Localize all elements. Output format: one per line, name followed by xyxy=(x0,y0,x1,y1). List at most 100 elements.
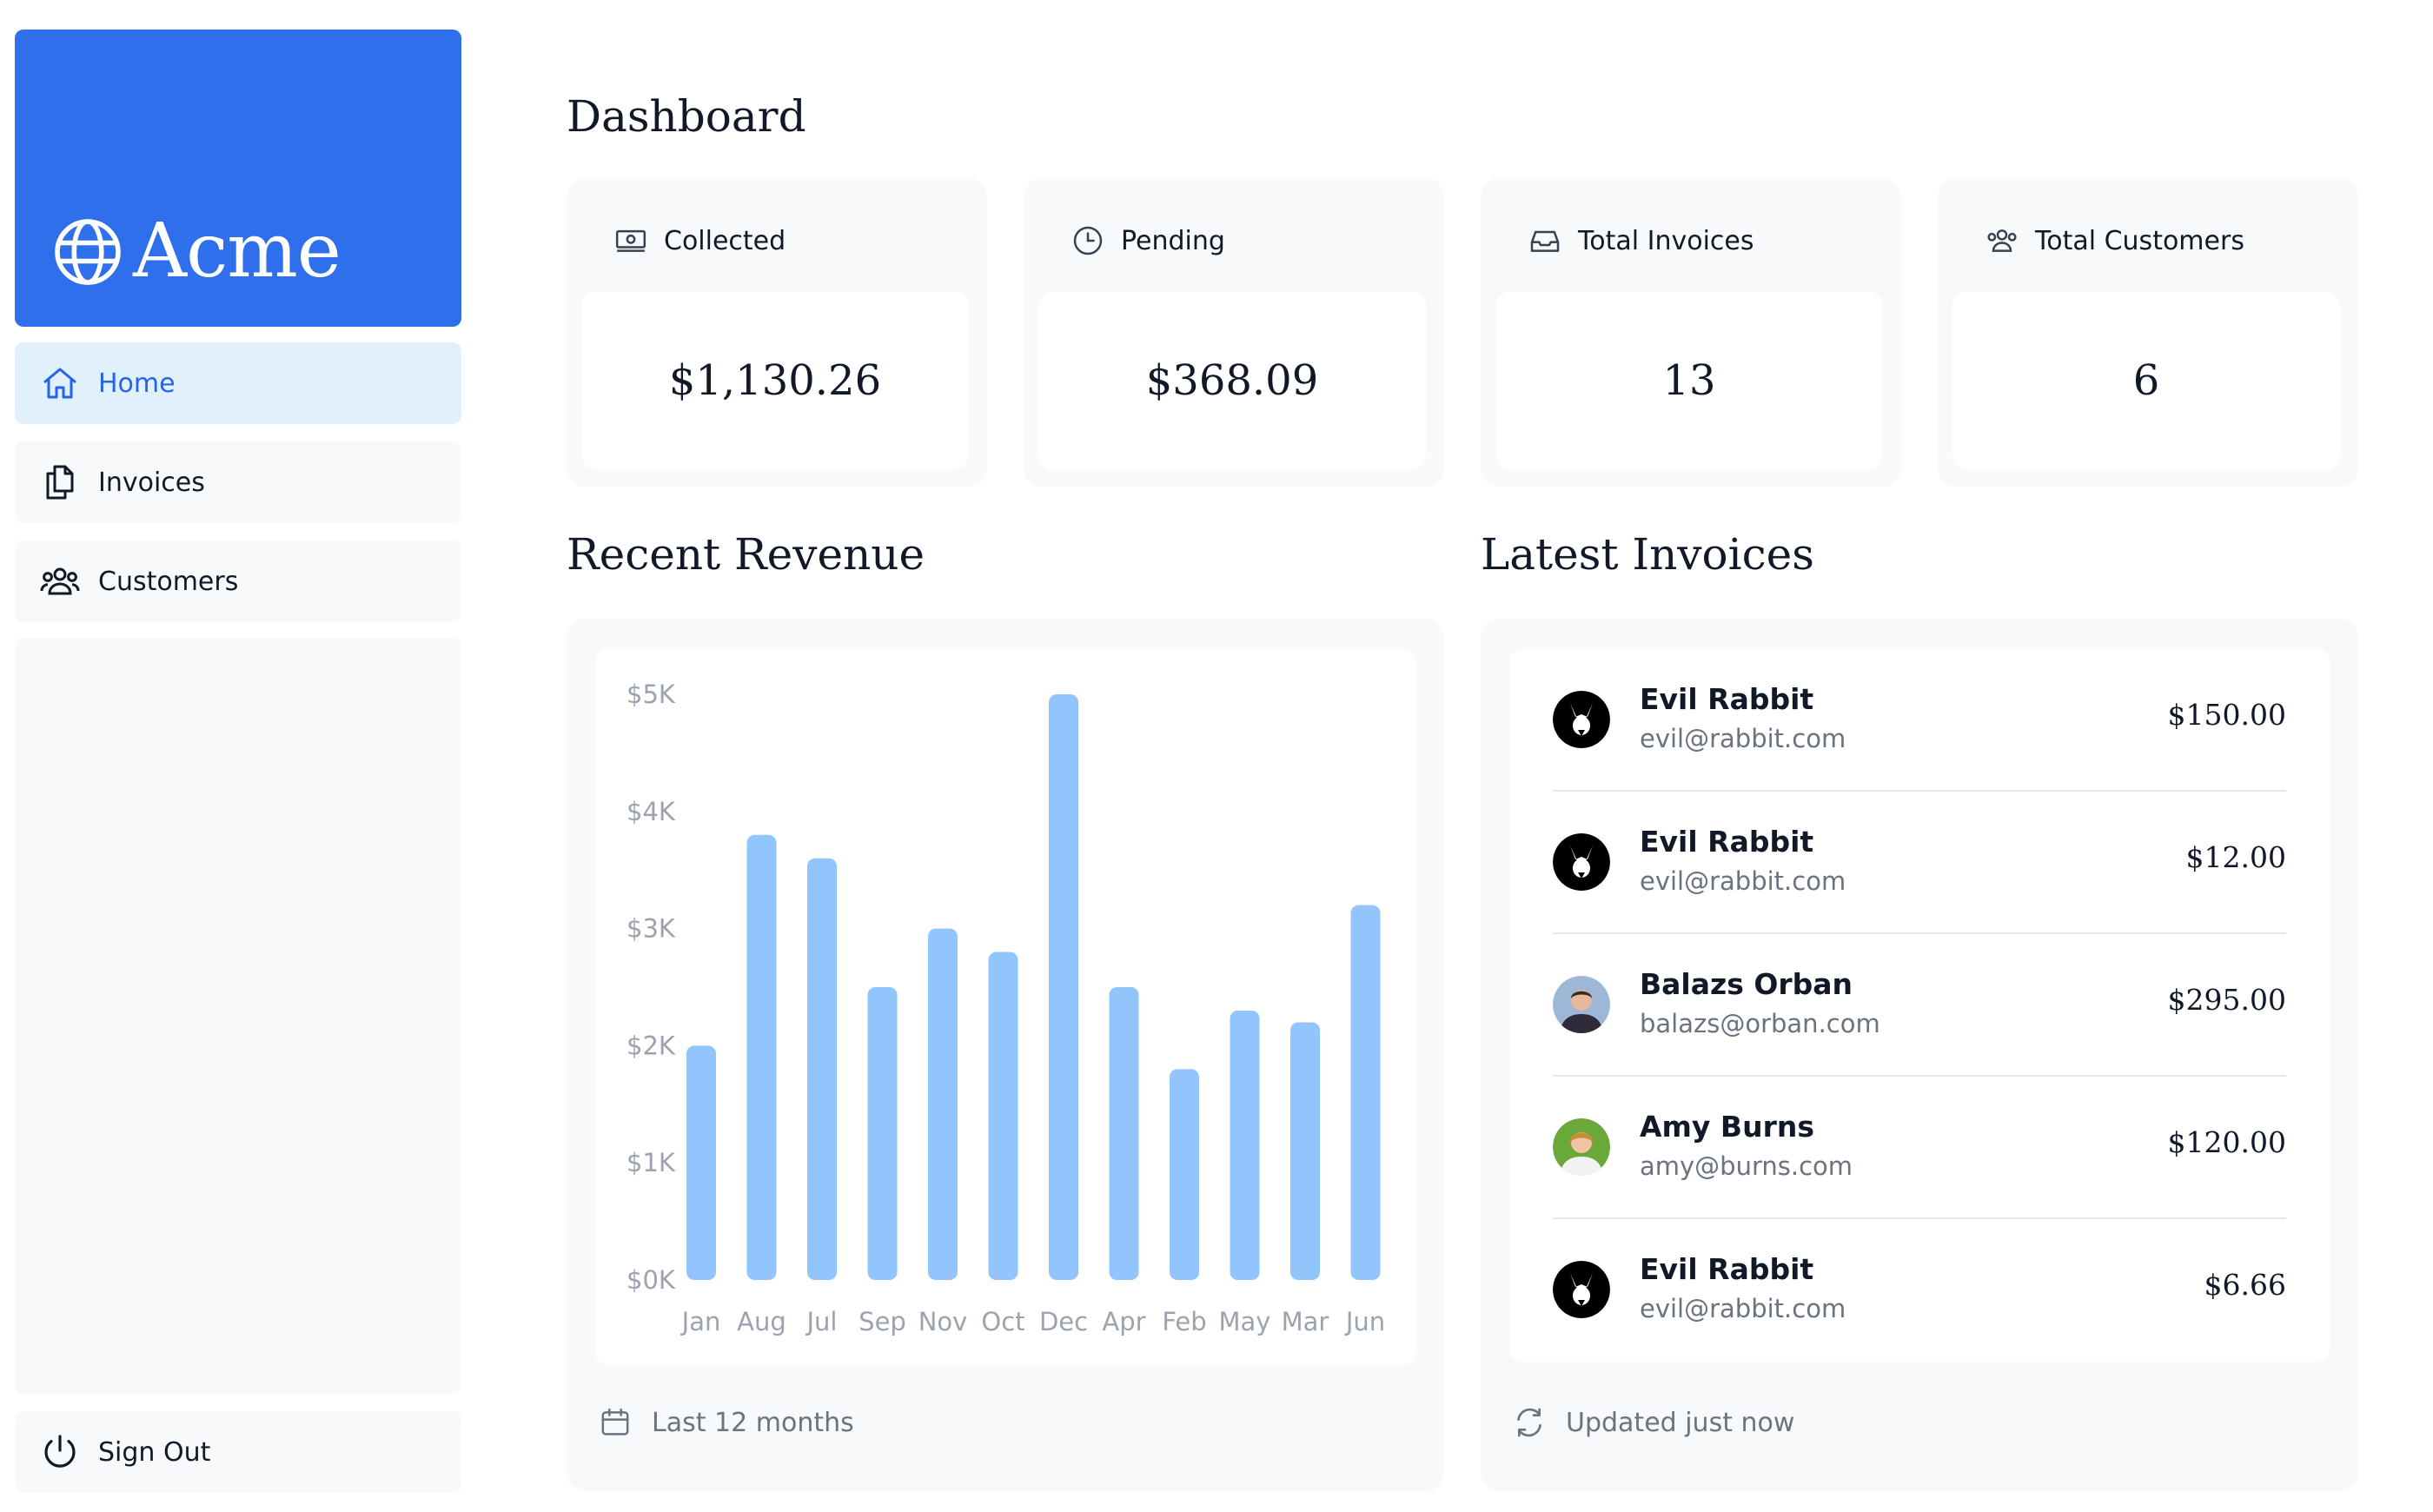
power-icon xyxy=(44,1435,76,1468)
x-tick-label: Jan xyxy=(680,1307,721,1336)
home-icon xyxy=(43,368,76,399)
sidebar-item-invoices[interactable]: Invoices xyxy=(15,441,461,523)
revenue-panel: $0K $1K $2K $3K $4K $5K Jan Aug Jul Sep Nov Oct Dec A… xyxy=(567,619,1444,1491)
invoice-list: Evil Rabbit evil@rabbit.com $150.00 Evil… xyxy=(1509,649,2330,1362)
x-tick-label: Oct xyxy=(981,1307,1024,1336)
y-tick-label: $3K xyxy=(626,914,676,944)
y-tick-label: $5K xyxy=(626,680,676,709)
revenue-bar-jan[interactable] xyxy=(686,1045,716,1280)
inbox-icon xyxy=(1530,230,1560,252)
revenue-bar-aug[interactable] xyxy=(746,834,777,1280)
revenue-bar-apr[interactable] xyxy=(1109,987,1139,1280)
invoice-customer-email: amy@burns.com xyxy=(1640,1151,1853,1181)
y-tick-label: $0K xyxy=(626,1265,676,1295)
invoice-customer-email: evil@rabbit.com xyxy=(1640,866,1846,896)
stat-card-total-customers: Total Customers 6 xyxy=(1938,178,2358,487)
revenue-chart: $0K $1K $2K $3K $4K $5K Jan Aug Jul Sep Nov Oct Dec A… xyxy=(626,680,1385,1336)
revenue-bar-feb[interactable] xyxy=(1170,1069,1199,1280)
banknotes-icon xyxy=(615,229,646,252)
sidebar: Acme Home Invoices Customers Sign Out xyxy=(15,30,461,1498)
invoice-amount: $295.00 xyxy=(2167,983,2286,1017)
app-logo[interactable]: Acme xyxy=(15,30,461,327)
invoice-customer-name: Evil Rabbit xyxy=(1640,1252,1814,1286)
revenue-bar-may[interactable] xyxy=(1230,1010,1260,1280)
x-tick-label: Sep xyxy=(859,1307,906,1336)
card-title: Pending xyxy=(1121,225,1225,256)
x-tick-label: May xyxy=(1219,1307,1271,1336)
card-value: 6 xyxy=(2132,356,2160,405)
invoice-row[interactable]: Amy Burns amy@burns.com $120.00 xyxy=(1553,1077,2286,1219)
rabbit-avatar-icon xyxy=(1553,833,1610,891)
revenue-bar-jun[interactable] xyxy=(1350,905,1381,1280)
avatar-evil-rabbit xyxy=(1553,1261,1610,1318)
users-icon xyxy=(40,567,80,595)
x-tick-label: Nov xyxy=(918,1307,968,1336)
invoice-customer-email: evil@rabbit.com xyxy=(1640,724,1846,753)
app-name: Acme xyxy=(133,208,341,295)
invoice-row[interactable]: Evil Rabbit evil@rabbit.com $12.00 xyxy=(1553,792,2286,934)
x-tick-label: Apr xyxy=(1102,1307,1145,1336)
invoice-customer-name: Evil Rabbit xyxy=(1640,682,1814,716)
updated-status: Updated just now xyxy=(1566,1407,1795,1438)
invoice-customer-email: evil@rabbit.com xyxy=(1640,1294,1846,1323)
invoice-customer-name: Balazs Orban xyxy=(1640,967,1853,1001)
card-title: Total Invoices xyxy=(1578,225,1754,256)
users-icon xyxy=(1987,229,2017,252)
y-tick-label: $1K xyxy=(626,1148,676,1177)
avatar-balazs-orban xyxy=(1553,976,1610,1033)
invoice-customer-name: Evil Rabbit xyxy=(1640,825,1814,859)
latest-invoices-panel: Evil Rabbit evil@rabbit.com $150.00 Evil… xyxy=(1481,619,2358,1491)
recent-revenue-title: Recent Revenue xyxy=(567,529,925,580)
invoice-amount: $120.00 xyxy=(2167,1125,2286,1159)
card-title: Collected xyxy=(664,225,786,256)
sidebar-item-customers[interactable]: Customers xyxy=(15,540,461,622)
avatar-evil-rabbit xyxy=(1553,833,1610,891)
avatar-amy-burns xyxy=(1553,1118,1610,1176)
revenue-bar-oct[interactable] xyxy=(988,952,1018,1280)
x-tick-label: Jun xyxy=(1344,1307,1385,1336)
y-tick-label: $4K xyxy=(626,797,676,826)
latest-invoices-title: Latest Invoices xyxy=(1481,529,1814,580)
revenue-footer: Last 12 months xyxy=(652,1407,854,1438)
x-tick-label: Mar xyxy=(1282,1307,1329,1336)
x-tick-label: Aug xyxy=(737,1307,786,1336)
avatar-evil-rabbit xyxy=(1553,691,1610,748)
invoice-customer-name: Amy Burns xyxy=(1640,1110,1814,1144)
sign-out-label: Sign Out xyxy=(98,1436,211,1468)
sidebar-item-home[interactable]: Home xyxy=(15,342,461,424)
revenue-bar-sep[interactable] xyxy=(867,987,898,1280)
person-avatar-icon xyxy=(1553,1118,1610,1176)
x-tick-label: Dec xyxy=(1039,1307,1088,1336)
rabbit-avatar-icon xyxy=(1553,691,1610,748)
invoice-amount: $6.66 xyxy=(2204,1268,2286,1302)
refresh-icon[interactable] xyxy=(1512,1405,1547,1440)
invoice-row[interactable]: Evil Rabbit evil@rabbit.com $6.66 xyxy=(1553,1219,2286,1362)
stat-card-total-invoices: Total Invoices 13 xyxy=(1481,178,1901,487)
revenue-bar-dec[interactable] xyxy=(1049,694,1078,1280)
stat-card-collected: Collected $1,130.26 xyxy=(567,178,987,487)
stat-card-pending: Pending $368.09 xyxy=(1024,178,1444,487)
invoice-row[interactable]: Balazs Orban balazs@orban.com $295.00 xyxy=(1553,934,2286,1077)
sign-out-button[interactable]: Sign Out xyxy=(15,1411,461,1493)
rabbit-avatar-icon xyxy=(1553,1261,1610,1318)
x-tick-label: Jul xyxy=(805,1307,838,1336)
sidebar-spacer xyxy=(15,638,461,1394)
page-title: Dashboard xyxy=(567,91,806,142)
invoice-row[interactable]: Evil Rabbit evil@rabbit.com $150.00 xyxy=(1553,649,2286,792)
sidebar-item-label: Home xyxy=(98,368,176,399)
card-value: $1,130.26 xyxy=(668,356,882,405)
revenue-bar-mar[interactable] xyxy=(1290,1022,1320,1280)
invoice-amount: $12.00 xyxy=(2185,840,2286,874)
card-value: 13 xyxy=(1662,356,1716,405)
card-value: $368.09 xyxy=(1145,356,1319,405)
calendar-icon xyxy=(601,1408,629,1436)
x-tick-label: Feb xyxy=(1162,1307,1206,1336)
sidebar-item-label: Customers xyxy=(98,566,239,597)
revenue-bar-nov[interactable] xyxy=(928,928,958,1280)
sidebar-item-label: Invoices xyxy=(98,467,205,498)
revenue-bar-jul[interactable] xyxy=(807,858,837,1280)
revenue-chart-container: $0K $1K $2K $3K $4K $5K Jan Aug Jul Sep Nov Oct Dec A… xyxy=(595,649,1415,1365)
clock-icon xyxy=(1073,226,1103,255)
globe-icon xyxy=(55,219,121,285)
y-tick-label: $2K xyxy=(626,1031,676,1060)
